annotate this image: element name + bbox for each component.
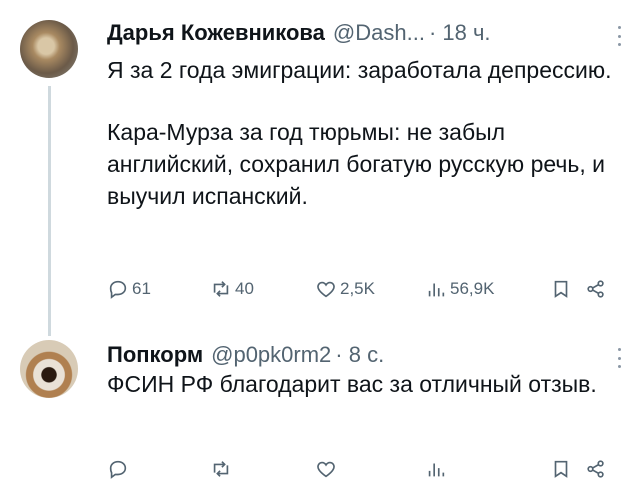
reply-button[interactable]: 61 [107,278,151,300]
timestamp[interactable]: · 18 ч. [429,20,491,46]
bookmark-icon [554,460,568,478]
action-bar: 61 40 2,5K 56,9K [0,278,640,308]
avatar[interactable] [20,340,78,398]
tweet-paragraph: Кара-Мурза за год тюрьмы: не забыл англи… [107,119,605,209]
views-button[interactable] [425,458,447,480]
bookmark-icon [554,280,568,298]
views-icon [428,463,445,477]
retweet-count: 40 [235,279,254,298]
retweet-button[interactable]: 40 [210,278,254,300]
tweet-paragraph: Я за 2 года эмиграции: заработала депрес… [107,57,612,83]
retweet-icon [213,461,229,477]
bookmark-button[interactable] [550,278,572,300]
author-name[interactable]: Попкорм [107,342,203,368]
view-count: 56,9K [450,279,495,298]
tweet-text: Я за 2 года эмиграции: заработала депрес… [107,54,617,212]
bookmark-button[interactable] [550,458,572,480]
reply-icon [109,460,127,479]
author-name[interactable]: Дарья Кожевникова [107,20,325,46]
like-icon [317,461,335,478]
retweet-button[interactable] [210,458,232,480]
share-icon [587,280,604,298]
share-icon [587,460,604,478]
reply-icon [109,280,127,299]
more-icon[interactable] [618,348,622,368]
tweet-header: Дарья Кожевникова @Dash... · 18 ч. [107,20,491,46]
share-button[interactable] [585,458,607,480]
tweet-header: Попкорм @p0pk0rm2 · 8 с. [107,342,384,368]
avatar[interactable] [20,20,78,78]
action-bar [0,458,640,488]
more-icon[interactable] [618,26,622,46]
author-handle[interactable]: @Dash... [333,20,425,46]
tweet-paragraph: ФСИН РФ благодарит вас за отличный отзыв… [107,371,597,397]
timestamp[interactable]: · 8 с. [335,342,384,368]
author-handle[interactable]: @p0pk0rm2 [211,342,331,368]
share-button[interactable] [585,278,607,300]
views-button[interactable]: 56,9K [425,278,494,300]
like-icon [317,281,335,298]
like-count: 2,5K [340,279,375,298]
tweet-text: ФСИН РФ благодарит вас за отличный отзыв… [107,368,617,400]
like-button[interactable]: 2,5K [315,278,375,300]
views-icon [428,283,445,297]
like-button[interactable] [315,458,337,480]
reply-count: 61 [132,279,151,298]
tweet-1[interactable]: Дарья Кожевникова @Dash... · 18 ч. Я за … [0,0,640,336]
tweet-2[interactable]: Попкорм @p0pk0rm2 · 8 с. ФСИН РФ благода… [0,330,640,499]
reply-button[interactable] [107,458,129,480]
retweet-icon [213,281,229,297]
